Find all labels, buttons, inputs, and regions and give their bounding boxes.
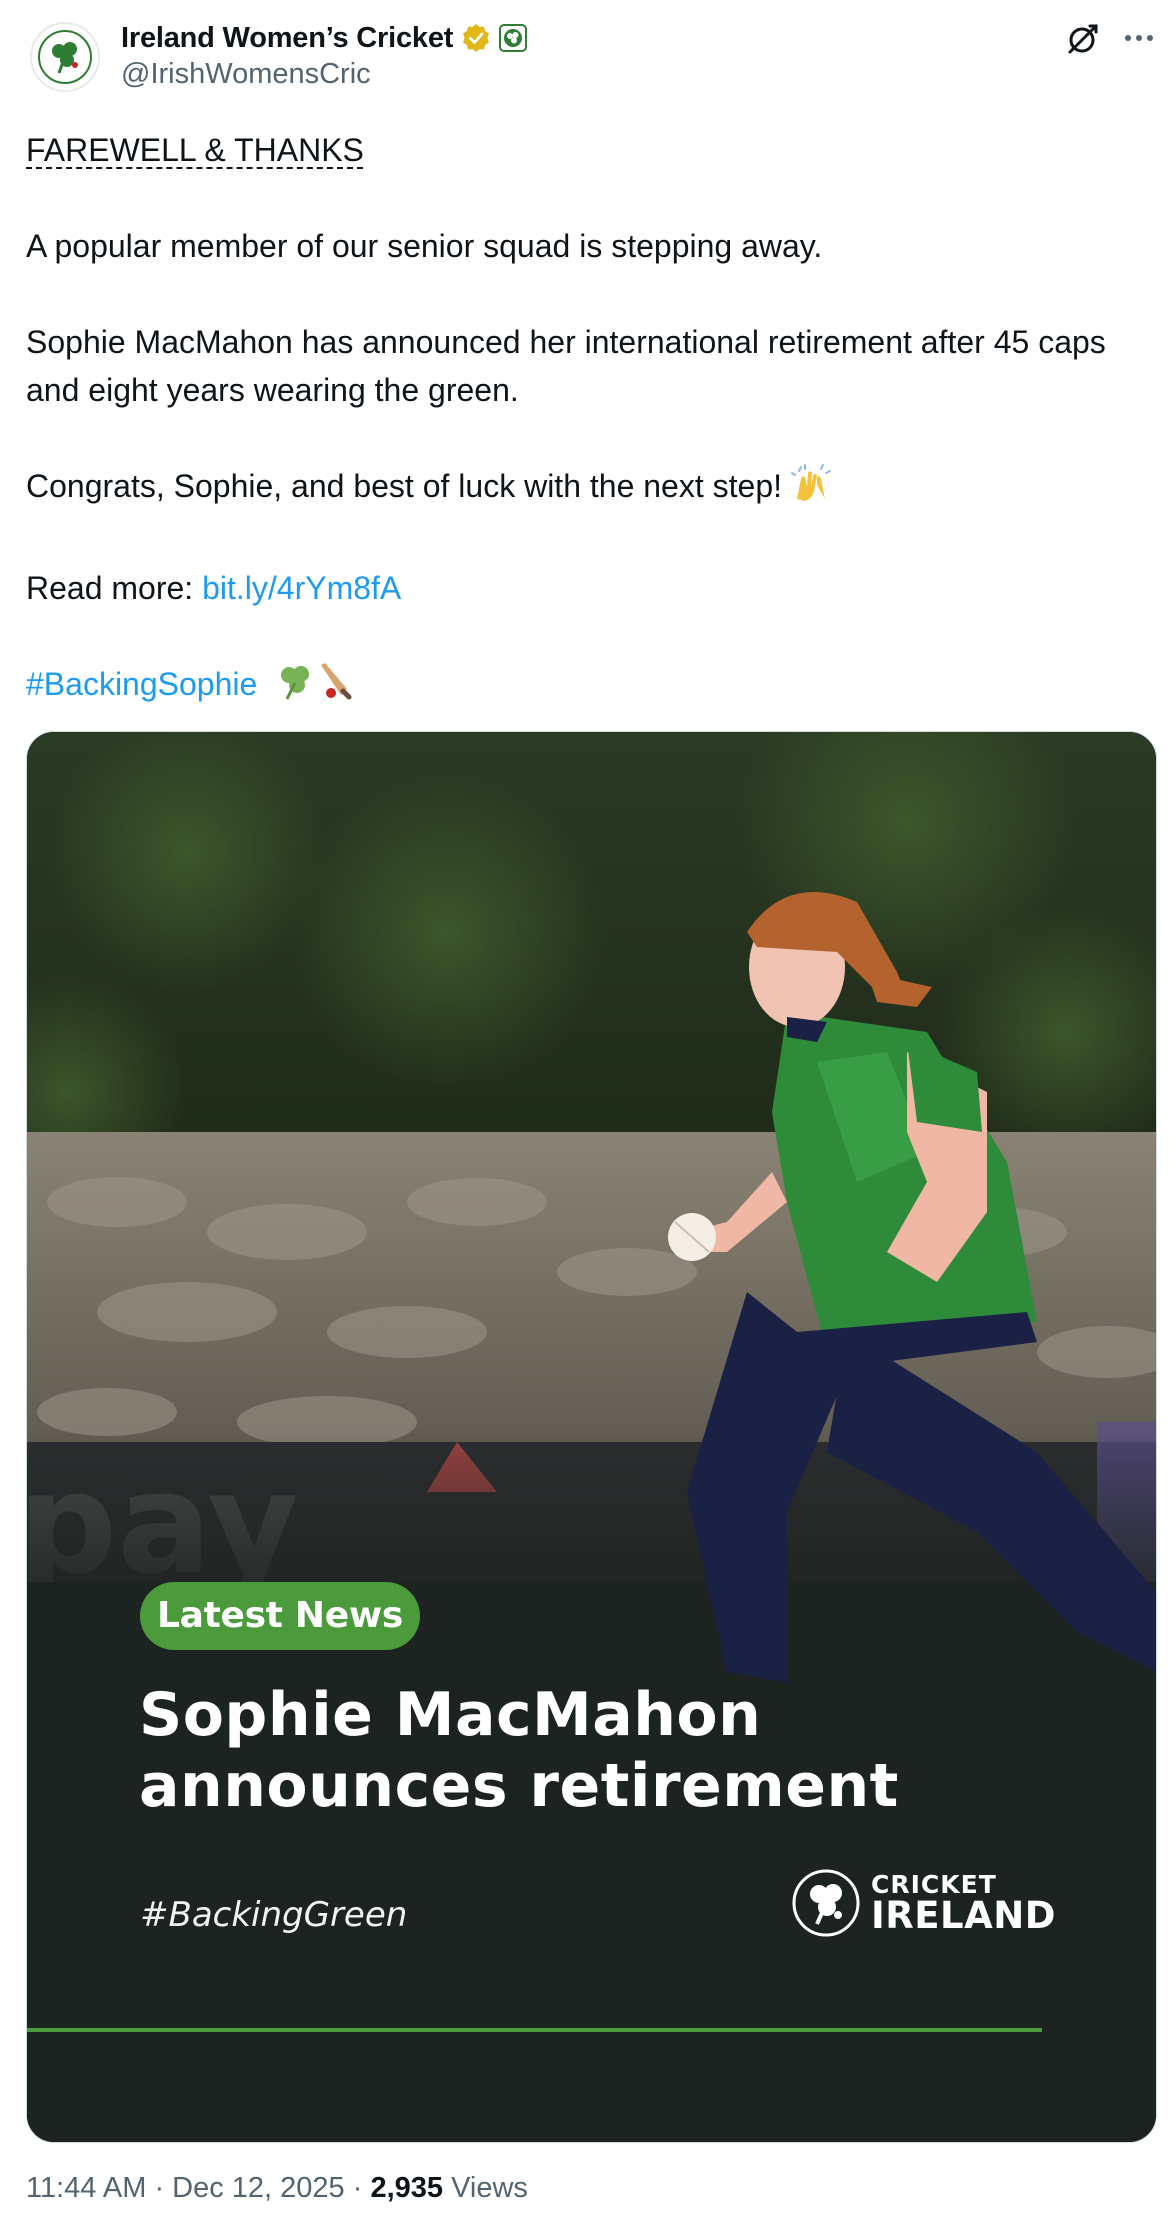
tweet-line-3: Congrats, Sophie, and best of luck with …	[26, 468, 782, 504]
tweet-line-3-row: Congrats, Sophie, and best of luck with …	[26, 462, 1156, 516]
hashtag-link[interactable]: #BackingSophie	[26, 666, 257, 702]
shamrock-logo-icon	[38, 30, 92, 84]
card-title-line-2: announces retirement	[139, 1751, 899, 1821]
latest-news-badge: Latest News	[140, 1582, 420, 1650]
author-avatar[interactable]	[30, 22, 100, 92]
media-card-image[interactable]: pay	[26, 731, 1157, 2143]
card-divider-line	[27, 2028, 1042, 2032]
tweet-text: FAREWELL & THANKS A popular member of ou…	[26, 126, 1156, 714]
tweet: Ireland Women’s Cricket @IrishWomensCric	[0, 0, 1176, 2234]
card-title: Sophie MacMahon announces retirement	[139, 1680, 1039, 1822]
tweet-time[interactable]: 11:44 AM	[26, 2172, 146, 2204]
verified-badge-icon[interactable]	[461, 23, 491, 53]
grok-icon[interactable]	[1062, 18, 1104, 60]
clapping-hands-emoji-icon	[790, 463, 831, 516]
views-count: 2,935	[370, 2172, 444, 2204]
tweet-meta: 11:44 AM · Dec 12, 2025 · 2,935 Views	[26, 2172, 528, 2205]
tweet-headline: FAREWELL & THANKS	[26, 132, 364, 168]
author-block: Ireland Women’s Cricket @IrishWomensCric	[121, 18, 528, 91]
cricket-ireland-logo: CRICKET IRELAND	[791, 1868, 1056, 1938]
tweet-line-1: A popular member of our senior squad is …	[26, 228, 823, 264]
logo-text-bottom: IRELAND	[871, 1894, 1056, 1937]
more-options-icon[interactable]	[1118, 18, 1160, 60]
read-more-row: Read more: bit.ly/4rYm8fA	[26, 564, 1156, 612]
read-more-prefix: Read more:	[26, 570, 203, 606]
meta-separator: ·	[146, 2172, 173, 2204]
shamrock-emoji-icon	[275, 661, 315, 714]
author-display-name[interactable]: Ireland Women’s Cricket	[121, 22, 453, 55]
affiliate-badge-icon[interactable]	[499, 24, 528, 52]
cricket-ireland-crest-icon	[792, 1869, 860, 1937]
meta-separator: ·	[344, 2172, 371, 2204]
cricket-bat-emoji-icon	[315, 661, 355, 714]
tweet-line-2: Sophie MacMahon has announced her intern…	[26, 324, 1106, 408]
card-title-line-1: Sophie MacMahon	[139, 1680, 762, 1750]
read-more-link[interactable]: bit.ly/4rYm8fA	[202, 570, 401, 606]
views-label: Views	[443, 2172, 528, 2204]
tweet-date[interactable]: Dec 12, 2025	[172, 2172, 345, 2204]
author-handle[interactable]: @IrishWomensCric	[121, 58, 527, 91]
card-hashtag: #BackingGreen	[140, 1895, 408, 1935]
hashtag-row: #BackingSophie	[26, 660, 1156, 714]
